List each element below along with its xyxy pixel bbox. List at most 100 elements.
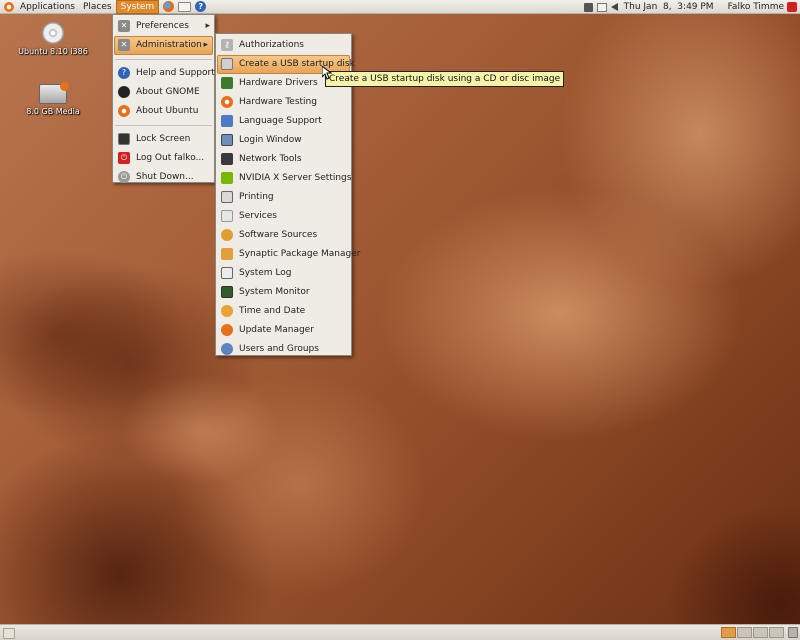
hardware-drivers-icon	[221, 77, 233, 89]
menu-item-label: System Monitor	[239, 287, 310, 297]
users-icon	[221, 343, 233, 355]
wallpaper-glow	[120, 374, 280, 484]
menu-item-label: About Ubuntu	[136, 106, 199, 116]
menu-item-language-support[interactable]: Language Support	[216, 112, 351, 131]
system-monitor-icon	[221, 286, 233, 298]
drive-icon	[39, 82, 69, 104]
menu-item-synaptic[interactable]: Synaptic Package Manager	[216, 245, 360, 264]
menu-item-printing[interactable]: Printing	[216, 188, 351, 207]
menu-item-authorizations[interactable]: ⚷ Authorizations	[216, 36, 351, 55]
power-icon[interactable]	[787, 2, 797, 12]
help-icon: ?	[118, 67, 130, 79]
menu-item-log-out[interactable]: ⏻ Log Out falko...	[113, 149, 214, 168]
lock-screen-icon	[118, 133, 130, 145]
menu-item-label: Printing	[239, 192, 274, 202]
menu-item-preferences[interactable]: ✕ Preferences ▸	[113, 17, 214, 36]
menu-item-nvidia-settings[interactable]: NVIDIA X Server Settings	[216, 169, 351, 188]
nvidia-icon	[221, 172, 233, 184]
menu-item-label: About GNOME	[136, 87, 200, 97]
menu-item-network-tools[interactable]: Network Tools	[216, 150, 351, 169]
menu-item-shut-down[interactable]: ⏻ Shut Down...	[113, 168, 214, 187]
ubuntu-logo-icon	[4, 1, 14, 12]
shut-down-icon: ⏻	[118, 171, 130, 183]
menu-item-label: Network Tools	[239, 154, 302, 164]
network-tools-icon	[221, 153, 233, 165]
menu-item-label: Login Window	[239, 135, 302, 145]
applications-menu[interactable]: Applications	[16, 0, 79, 14]
mail-icon[interactable]	[178, 1, 192, 12]
menu-item-label: Hardware Testing	[239, 97, 317, 107]
menu-item-login-window[interactable]: Login Window	[216, 131, 351, 150]
menu-item-label: Update Manager	[239, 325, 314, 335]
login-window-icon	[221, 134, 233, 146]
tooltip: Create a USB startup disk using a CD or …	[325, 71, 565, 87]
menu-item-label: Shut Down...	[136, 172, 194, 182]
ubuntu-logo-icon	[221, 96, 233, 108]
administration-icon: ✕	[118, 39, 130, 51]
top-panel: Applications Places System ? Thu Jan 8, …	[0, 0, 800, 14]
menu-item-update-manager[interactable]: Update Manager	[216, 321, 351, 340]
workspace-4[interactable]	[769, 627, 784, 638]
submenu-arrow-icon: ▸	[205, 21, 210, 31]
gnome-foot-icon	[118, 86, 130, 98]
menu-item-system-log[interactable]: System Log	[216, 264, 351, 283]
mail-notification-icon[interactable]	[596, 2, 607, 12]
workspace-2[interactable]	[737, 627, 752, 638]
panel-tray: Thu Jan 8, 3:49 PM Falko Timme	[583, 0, 800, 14]
workspace-1[interactable]	[721, 627, 736, 638]
menu-item-hardware-testing[interactable]: Hardware Testing	[216, 93, 351, 112]
preferences-icon: ✕	[118, 20, 130, 32]
menu-item-label: Services	[239, 211, 277, 221]
show-desktop-button[interactable]	[3, 628, 15, 639]
places-menu[interactable]: Places	[79, 0, 116, 14]
menu-item-label: Preferences	[136, 21, 189, 31]
menu-item-services[interactable]: Services	[216, 207, 351, 226]
services-icon	[221, 210, 233, 222]
menu-item-administration[interactable]: ✕ Administration ▸	[114, 36, 213, 55]
network-icon[interactable]	[583, 2, 593, 12]
volume-icon[interactable]	[610, 3, 618, 11]
menu-item-help-and-support[interactable]: ? Help and Support	[113, 64, 215, 83]
menu-item-lock-screen[interactable]: Lock Screen	[113, 130, 214, 149]
menu-item-about-gnome[interactable]: About GNOME	[113, 83, 214, 102]
synaptic-icon	[221, 248, 233, 260]
trash-icon[interactable]	[788, 627, 798, 638]
menu-item-time-and-date[interactable]: Time and Date	[216, 302, 351, 321]
workspace-3[interactable]	[753, 627, 768, 638]
menu-separator	[115, 59, 212, 60]
desktop-icon-label: Ubuntu 8.10 i386	[18, 47, 88, 56]
help-icon[interactable]: ?	[195, 1, 207, 12]
user-name[interactable]: Falko Timme	[728, 2, 784, 12]
firefox-icon[interactable]	[163, 1, 175, 12]
menu-item-label: Synaptic Package Manager	[239, 249, 361, 259]
menu-item-label: NVIDIA X Server Settings	[239, 173, 352, 183]
printer-icon	[221, 191, 233, 203]
menu-item-label: Users and Groups	[239, 344, 319, 354]
menu-item-label: Hardware Drivers	[239, 78, 318, 88]
menu-item-software-sources[interactable]: Software Sources	[216, 226, 351, 245]
menu-item-label: Log Out falko...	[136, 153, 205, 163]
menu-item-label: Lock Screen	[136, 134, 191, 144]
mouse-pointer-icon	[322, 66, 332, 80]
desktop-icon-usb-drive[interactable]: 8.0 GB Media	[18, 82, 88, 116]
menu-item-label: Language Support	[239, 116, 322, 126]
usb-disk-icon	[221, 58, 233, 70]
system-dropdown: ✕ Preferences ▸ ✕ Administration ▸ ? Hel…	[112, 14, 215, 183]
system-menu[interactable]: System	[115, 0, 160, 14]
menu-item-label: Time and Date	[239, 306, 306, 316]
menu-separator	[115, 125, 212, 126]
ubuntu-logo-icon	[118, 105, 130, 117]
desktop-icon-cdrom[interactable]: Ubuntu 8.10 i386	[18, 22, 88, 56]
clock[interactable]: Thu Jan 8, 3:49 PM	[624, 2, 714, 12]
update-manager-icon	[221, 324, 233, 336]
menu-item-label: Authorizations	[239, 40, 304, 50]
menu-item-system-monitor[interactable]: System Monitor	[216, 283, 351, 302]
flag-icon	[221, 115, 233, 127]
menu-item-users-and-groups[interactable]: Users and Groups	[216, 340, 351, 359]
system-log-icon	[221, 267, 233, 279]
bottom-panel	[0, 624, 800, 640]
menu-item-label: Help and Support	[136, 68, 215, 78]
desktop-icon-label: 8.0 GB Media	[26, 107, 80, 116]
menu-item-label: Administration	[136, 40, 202, 50]
menu-item-about-ubuntu[interactable]: About Ubuntu	[113, 102, 214, 121]
